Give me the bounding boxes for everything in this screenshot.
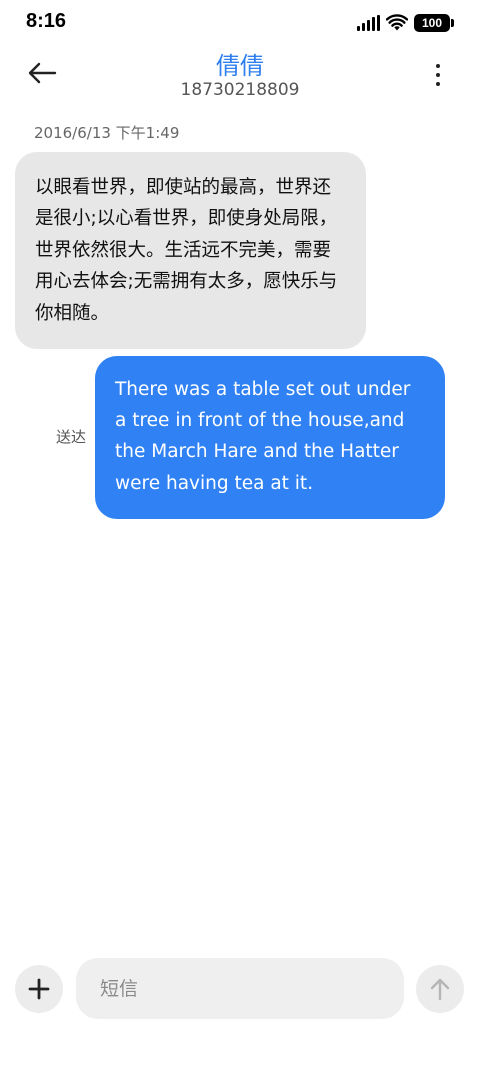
contact-name[interactable]: 倩倩 — [0, 46, 480, 81]
battery-icon: 100 — [414, 14, 450, 32]
signal-icon — [357, 15, 380, 31]
more-vertical-icon — [436, 73, 440, 77]
status-bar: 8:16 100 — [0, 0, 480, 46]
outgoing-message-bubble[interactable]: There was a table set out under a tree i… — [95, 356, 445, 519]
plus-icon — [28, 978, 50, 1000]
battery-tip — [451, 19, 454, 27]
message-input[interactable] — [76, 958, 404, 1019]
more-vertical-icon — [436, 82, 440, 86]
arrow-up-icon — [430, 978, 450, 1001]
contact-number: 18730218809 — [180, 80, 300, 100]
more-options-button[interactable] — [428, 60, 448, 90]
conversation-header: 倩倩 18730218809 — [0, 46, 480, 106]
status-icons: 100 — [357, 12, 454, 34]
messaging-screen: 8:16 100 倩倩 18730218809 2016/6/13 下午1:49… — [0, 0, 480, 1066]
wifi-icon — [386, 14, 408, 31]
add-attachment-button[interactable] — [15, 965, 63, 1013]
delivery-status: 送达 — [56, 428, 87, 446]
more-vertical-icon — [436, 64, 440, 68]
incoming-message-bubble[interactable]: 以眼看世界，即使站的最高，世界还是很小;以心看世界，即使身处局限，世界依然很大。… — [15, 152, 366, 350]
send-button[interactable] — [416, 965, 464, 1013]
status-time: 8:16 — [26, 10, 67, 32]
message-timestamp: 2016/6/13 下午1:49 — [34, 124, 180, 142]
